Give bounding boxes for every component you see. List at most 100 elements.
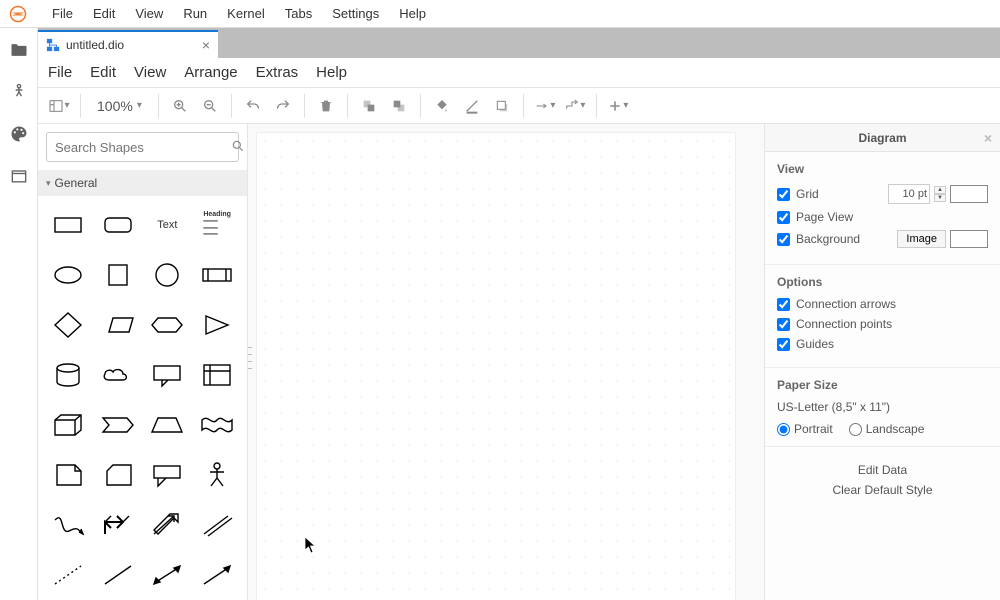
delete-icon[interactable]	[311, 91, 341, 121]
grid-label: Grid	[796, 187, 819, 201]
shape-heading[interactable]: Heading━━━━━━━━━━━━	[195, 206, 239, 244]
dio-menu-edit[interactable]: Edit	[90, 64, 116, 81]
shape-parallelogram[interactable]	[96, 306, 140, 344]
line-color-icon[interactable]	[457, 91, 487, 121]
shape-directional-line[interactable]	[195, 556, 239, 594]
waypoint-icon[interactable]: ▾	[560, 91, 590, 121]
grid-size-stepper[interactable]: ▲▼	[934, 186, 946, 202]
grid-color-swatch[interactable]	[950, 185, 988, 203]
shape-process[interactable]	[195, 256, 239, 294]
shape-line[interactable]	[96, 556, 140, 594]
shape-rectangle[interactable]	[46, 206, 90, 244]
tabs-icon[interactable]	[9, 166, 29, 186]
search-input[interactable]	[55, 140, 231, 155]
conn-arrows-checkbox[interactable]	[777, 298, 790, 311]
menu-file[interactable]: File	[42, 6, 83, 21]
edit-data-link[interactable]: Edit Data	[775, 463, 990, 477]
shape-hexagon[interactable]	[146, 306, 190, 344]
conn-points-checkbox[interactable]	[777, 318, 790, 331]
format-title: Diagram ×	[765, 124, 1000, 152]
menu-run[interactable]: Run	[173, 6, 217, 21]
shadow-icon[interactable]	[487, 91, 517, 121]
view-mode-icon[interactable]: ▾	[44, 91, 74, 121]
shape-rounded-rectangle[interactable]	[96, 206, 140, 244]
dio-menu-file[interactable]: File	[48, 64, 72, 81]
grid-checkbox[interactable]	[777, 188, 790, 201]
redo-icon[interactable]	[268, 91, 298, 121]
landscape-radio[interactable]: Landscape	[849, 422, 925, 436]
shape-cloud[interactable]	[96, 356, 140, 394]
shape-dashed-line[interactable]	[46, 556, 90, 594]
shape-ellipse[interactable]	[46, 256, 90, 294]
view-heading: View	[777, 162, 988, 176]
close-icon[interactable]: ×	[202, 38, 210, 52]
cursor-icon	[304, 536, 318, 554]
shape-arrow[interactable]	[146, 506, 190, 544]
undo-icon[interactable]	[238, 91, 268, 121]
shape-tape[interactable]	[195, 406, 239, 444]
shape-square[interactable]	[96, 256, 140, 294]
shape-callout[interactable]	[146, 356, 190, 394]
jupyter-logo-icon	[8, 4, 28, 24]
shape-triangle[interactable]	[195, 306, 239, 344]
fill-color-icon[interactable]	[427, 91, 457, 121]
search-icon[interactable]	[231, 139, 245, 156]
portrait-radio[interactable]: Portrait	[777, 422, 833, 436]
zoom-out-icon[interactable]	[195, 91, 225, 121]
shape-internal-storage[interactable]	[195, 356, 239, 394]
menu-tabs[interactable]: Tabs	[275, 6, 322, 21]
connection-icon[interactable]: ▾	[530, 91, 560, 121]
shape-diamond[interactable]	[46, 306, 90, 344]
pageview-checkbox[interactable]	[777, 211, 790, 224]
menu-edit[interactable]: Edit	[83, 6, 125, 21]
canvas[interactable]	[248, 124, 764, 600]
shape-circle[interactable]	[146, 256, 190, 294]
tab-filename: untitled.dio	[66, 38, 124, 52]
insert-icon[interactable]: ▾	[603, 91, 633, 121]
zoom-in-icon[interactable]	[165, 91, 195, 121]
shape-cube[interactable]	[46, 406, 90, 444]
shape-bidirectional-line[interactable]	[146, 556, 190, 594]
guides-checkbox[interactable]	[777, 338, 790, 351]
shape-bidir-arrow[interactable]	[96, 506, 140, 544]
grid-size-input[interactable]: 10 pt	[888, 184, 930, 204]
splitter-handle[interactable]	[248, 344, 252, 372]
background-color-swatch[interactable]	[950, 230, 988, 248]
clear-style-link[interactable]: Clear Default Style	[775, 483, 990, 497]
dio-menu-extras[interactable]: Extras	[256, 64, 299, 81]
folder-icon[interactable]	[9, 40, 29, 60]
drawio-menubar: File Edit View Arrange Extras Help	[38, 58, 1000, 88]
shapes-panel: ▾ General Text Heading━━━━━━━━━━━━	[38, 124, 248, 600]
papersize-value[interactable]: US-Letter (8,5" x 11")	[777, 400, 890, 414]
menu-kernel[interactable]: Kernel	[217, 6, 275, 21]
shape-trapezoid[interactable]	[146, 406, 190, 444]
menu-settings[interactable]: Settings	[322, 6, 389, 21]
to-front-icon[interactable]	[354, 91, 384, 121]
background-label: Background	[796, 232, 860, 246]
shape-actor[interactable]	[195, 456, 239, 494]
shape-double-line[interactable]	[195, 506, 239, 544]
shape-category-general[interactable]: ▾ General	[38, 170, 247, 196]
shape-cylinder[interactable]	[46, 356, 90, 394]
search-shapes-box[interactable]	[46, 132, 239, 162]
shape-callout2[interactable]	[146, 456, 190, 494]
shape-text[interactable]: Text	[146, 206, 190, 244]
menu-view[interactable]: View	[125, 6, 173, 21]
running-icon[interactable]	[9, 82, 29, 102]
background-image-button[interactable]: Image	[897, 230, 946, 248]
menu-help[interactable]: Help	[389, 6, 436, 21]
palette-icon[interactable]	[9, 124, 29, 144]
dio-menu-help[interactable]: Help	[316, 64, 347, 81]
dio-menu-view[interactable]: View	[134, 64, 166, 81]
shape-card[interactable]	[96, 456, 140, 494]
shape-note[interactable]	[46, 456, 90, 494]
zoom-level[interactable]: 100%▾	[87, 98, 152, 114]
tab-untitled[interactable]: untitled.dio ×	[38, 30, 218, 58]
to-back-icon[interactable]	[384, 91, 414, 121]
canvas-page[interactable]	[256, 132, 736, 600]
background-checkbox[interactable]	[777, 233, 790, 246]
shape-step[interactable]	[96, 406, 140, 444]
close-format-icon[interactable]: ×	[984, 130, 992, 146]
shape-curve[interactable]	[46, 506, 90, 544]
dio-menu-arrange[interactable]: Arrange	[184, 64, 237, 81]
